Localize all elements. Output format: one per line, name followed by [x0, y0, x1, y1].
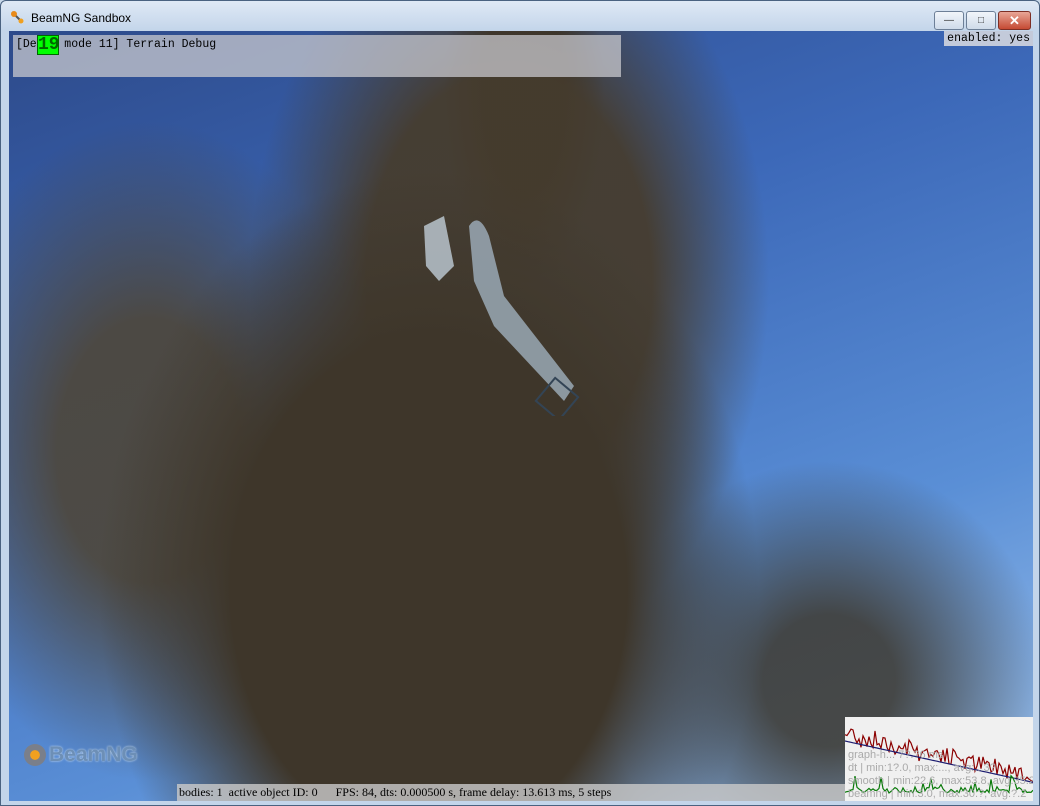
logo-text: BeamNG — [49, 743, 138, 766]
game-viewport[interactable]: [Debug mode 11] Terrain Debug 19 enabled… — [9, 31, 1033, 801]
beamng-logo-icon — [24, 744, 46, 767]
fps-badge: 19 — [37, 35, 60, 55]
minimize-button[interactable]: — — [934, 11, 964, 30]
vehicle-wreck — [424, 216, 580, 416]
graph-label-dt: dt | min:1?.0, max:..., avg:...3? — [848, 762, 996, 774]
debug-bar: [Debug mode 11] Terrain Debug 19 — [13, 35, 621, 77]
graph-label-smooth: smooth | min:22.6, max:53.8, avg:35.2 — [848, 775, 1033, 787]
maximize-button[interactable]: □ — [966, 11, 996, 30]
debug-enabled-label: enabled: yes — [944, 31, 1033, 46]
graph-label-beamng: beamng | min:3.0, max:30.?, avg:?.2 — [848, 788, 1027, 800]
beamng-logo: BeamNG — [24, 743, 138, 767]
status-bar: bodies: 1 active object ID: 0 FPS: 84, d… — [177, 784, 845, 801]
performance-graph: graph-h... 7?.?6 ms dt | min:1?.0, max:.… — [845, 717, 1033, 801]
beamng-app-icon — [11, 11, 24, 24]
title-bar[interactable]: BeamNG Sandbox — □ ✕ — [1, 1, 1039, 31]
close-button[interactable]: ✕ — [998, 11, 1031, 30]
graph-label-header: graph-h... 7?.?6 ms — [848, 749, 944, 761]
window-title: BeamNG Sandbox — [31, 11, 132, 25]
app-window: BeamNG Sandbox — □ ✕ [Debug mode 11] Ter… — [0, 0, 1040, 806]
